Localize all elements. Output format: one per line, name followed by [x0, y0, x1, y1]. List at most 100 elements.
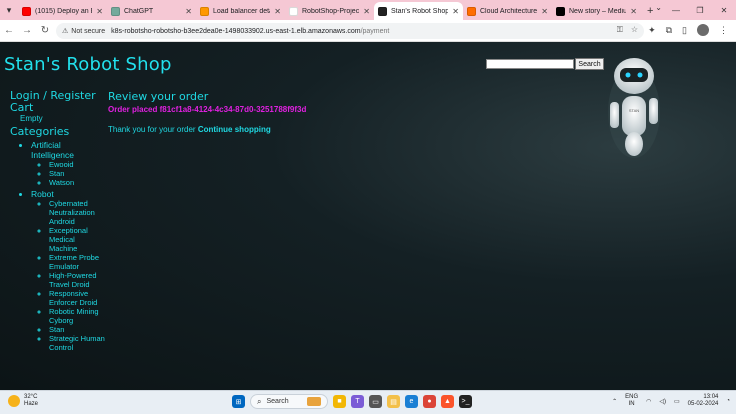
- teams-icon[interactable]: T: [351, 395, 364, 408]
- file-explorer-icon[interactable]: ▤: [387, 395, 400, 408]
- browser-tab[interactable]: New story – Mediu ✕: [552, 2, 641, 20]
- password-key-icon[interactable]: ⚿: [617, 25, 623, 35]
- copilot-icon[interactable]: ✦: [648, 25, 656, 36]
- search-input[interactable]: [486, 59, 574, 69]
- browser-tab[interactable]: Load balancer detai ✕: [196, 2, 285, 20]
- terminal-icon[interactable]: >_: [459, 395, 472, 408]
- close-window-icon[interactable]: ✕: [712, 0, 736, 20]
- tab-close-icon[interactable]: ✕: [96, 7, 103, 16]
- tab-close-icon[interactable]: ✕: [452, 7, 459, 16]
- task-view-icon[interactable]: ▭: [369, 395, 382, 408]
- tab-close-icon[interactable]: ✕: [363, 7, 370, 16]
- page-title: Review your order: [108, 90, 209, 103]
- order-review-panel: Review your order Order placed f81cf1a8-…: [108, 90, 508, 135]
- taskbar-search[interactable]: ⌕ Search: [250, 394, 328, 409]
- continue-shopping-link[interactable]: Continue shopping: [198, 125, 271, 134]
- tab-title: RobotShop-Project: [302, 7, 360, 15]
- taskbar-search-label: Search: [266, 398, 289, 405]
- notification-icon[interactable]: ◔: [726, 398, 730, 404]
- product-link[interactable]: Cybernated Neutralization Android: [49, 199, 105, 226]
- thank-you-text: Thank you for your order: [108, 125, 196, 134]
- github-icon: [289, 6, 298, 16]
- browser-tab[interactable]: ChatGPT ✕: [107, 2, 196, 20]
- product-link[interactable]: Stan: [49, 325, 105, 334]
- maximize-icon[interactable]: ❐: [688, 0, 712, 20]
- back-icon[interactable]: ←: [0, 20, 18, 42]
- cart-status: Empty: [20, 114, 43, 123]
- robot-mascot-image: STAN: [608, 58, 660, 158]
- bookmark-star-icon[interactable]: ☆: [631, 25, 638, 35]
- tray-chevron-icon[interactable]: ⌃: [612, 398, 617, 405]
- medium-icon: [556, 6, 565, 16]
- weather-widget[interactable]: 32°C Haze: [8, 394, 38, 408]
- tab-title: Load balancer detai: [213, 7, 271, 15]
- brave-icon[interactable]: ▲: [441, 395, 454, 408]
- language-code: ENG: [625, 394, 639, 400]
- volume-icon[interactable]: ◁): [659, 398, 666, 405]
- extensions-icon[interactable]: ⧉: [666, 25, 672, 36]
- profile-avatar[interactable]: [697, 24, 709, 36]
- product-list: EwooidStanWatson: [49, 160, 105, 187]
- security-label: Not secure: [71, 27, 106, 35]
- minimize-icon[interactable]: —: [664, 0, 688, 20]
- product-link[interactable]: Responsive Enforcer Droid: [49, 289, 105, 307]
- edge-icon[interactable]: e: [405, 395, 418, 408]
- robot-icon: [378, 6, 387, 16]
- tab-search-icon[interactable]: ▾: [0, 0, 18, 20]
- product-link[interactable]: Stan: [49, 169, 105, 178]
- widgets-icon[interactable]: ■: [333, 395, 346, 408]
- browser-tab[interactable]: Cloud Architecture ✕: [463, 2, 552, 20]
- product-link[interactable]: High-Powered Travel Droid: [49, 271, 105, 289]
- chrome-icon[interactable]: ●: [423, 395, 436, 408]
- tab-title: Cloud Architecture: [480, 7, 538, 15]
- product-link[interactable]: Watson: [49, 178, 105, 187]
- product-link[interactable]: Robotic Mining Cyborg: [49, 307, 105, 325]
- battery-icon[interactable]: ▭: [674, 398, 680, 405]
- not-secure-icon[interactable]: ⚠: [62, 27, 68, 35]
- sidebar-icon[interactable]: ▯: [682, 25, 687, 36]
- thank-you-message: Thank you for your order Continue shoppi…: [108, 124, 508, 135]
- site-brand[interactable]: Stan's Robot Shop: [4, 54, 172, 75]
- window-controls: — ❐ ✕: [664, 0, 736, 20]
- tab-close-icon[interactable]: ✕: [185, 7, 192, 16]
- product-link[interactable]: Extreme Probe Emulator: [49, 253, 105, 271]
- reload-icon[interactable]: ↻: [36, 20, 54, 42]
- url-host: k8s-robotsho-robotsho-b3ee2dea0e-1498033…: [111, 27, 361, 35]
- tab-close-icon[interactable]: ✕: [630, 7, 637, 16]
- product-link[interactable]: Exceptional Medical Machine: [49, 226, 105, 253]
- svg-text:STAN: STAN: [629, 108, 639, 113]
- category-link[interactable]: Artificial Intelligence: [31, 140, 74, 160]
- clock[interactable]: 13:04 05-02-2024: [688, 394, 719, 408]
- address-bar[interactable]: ⚠ Not secure k8s-robotsho-robotsho-b3ee2…: [56, 23, 644, 39]
- browser-tab[interactable]: RobotShop-Project ✕: [285, 2, 374, 20]
- menu-icon[interactable]: ⋮: [719, 25, 728, 36]
- youtube-icon: [22, 6, 31, 16]
- cart-link[interactable]: Cart: [10, 102, 105, 114]
- tab-title: New story – Mediu: [569, 7, 627, 15]
- tab-list-icon[interactable]: ⌄: [655, 3, 662, 12]
- categories-heading: Categories: [10, 125, 70, 138]
- order-confirmation: Order placed f81cf1a8-4124-4c34-87d0-325…: [108, 105, 307, 114]
- product-link[interactable]: Strategic Human Control: [49, 334, 105, 352]
- category-link[interactable]: Robot: [31, 189, 54, 199]
- category-item: RobotCybernated Neutralization AndroidEx…: [31, 189, 105, 352]
- product-list: Cybernated Neutralization AndroidExcepti…: [49, 199, 105, 352]
- browser-tab[interactable]: (1015) Deploy an E ✕: [18, 2, 107, 20]
- browser-tab[interactable]: Stan's Robot Shop ✕: [374, 2, 463, 20]
- chatgpt-icon: [111, 6, 120, 16]
- wifi-icon[interactable]: ◠: [646, 398, 651, 405]
- tab-title: Stan's Robot Shop: [391, 7, 449, 15]
- search-button[interactable]: Search: [575, 58, 604, 70]
- tab-close-icon[interactable]: ✕: [274, 7, 281, 16]
- forward-icon[interactable]: →: [18, 20, 36, 42]
- product-link[interactable]: Ewooid: [49, 160, 105, 169]
- language-indicator[interactable]: ENG IN: [625, 394, 638, 408]
- windows-taskbar: 32°C Haze ⊞ ⌕ Search ■ T ▭ ▤ e ● ▲ >_ ⌃ …: [0, 390, 736, 414]
- start-windows-icon[interactable]: ⊞: [232, 395, 245, 408]
- tab-close-icon[interactable]: ✕: [541, 7, 548, 16]
- region-code: IN: [628, 401, 635, 407]
- search-icon: ⌕: [257, 396, 262, 406]
- tab-title: ChatGPT: [124, 7, 154, 15]
- category-item: Artificial IntelligenceEwooidStanWatson: [31, 140, 105, 187]
- search-highlight-icon: [307, 397, 321, 406]
